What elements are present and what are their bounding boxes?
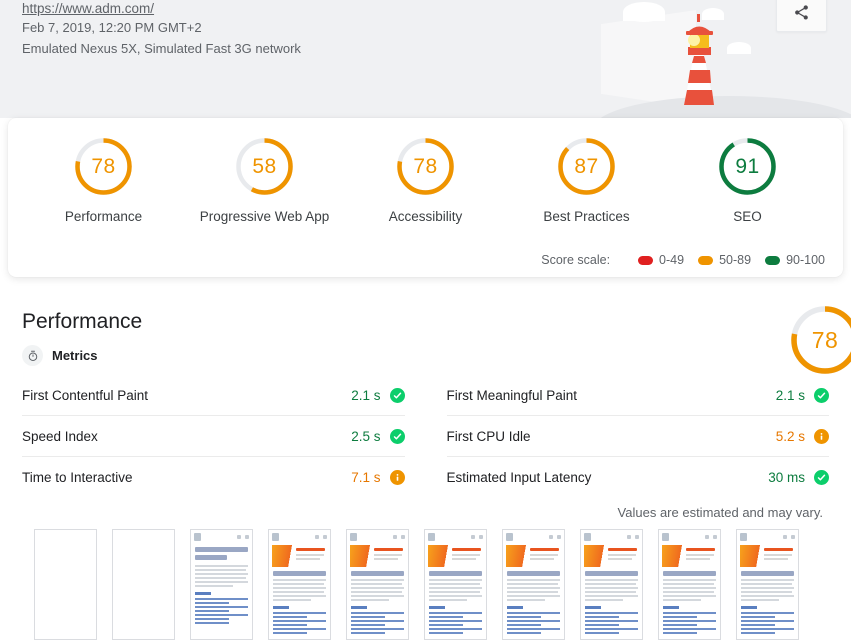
metric-value: 7.1 s (351, 470, 381, 485)
scores-card: 78 Performance 58 Progressive Web App 78… (8, 118, 843, 277)
metric-row[interactable]: First Contentful Paint 2.1 s (22, 375, 405, 416)
metric-name: First Contentful Paint (22, 387, 149, 403)
scale-swatch-average (698, 255, 714, 265)
scale-swatch-fail (638, 255, 654, 265)
gauge-score: 87 (574, 154, 599, 178)
filmstrip-frame[interactable] (502, 529, 565, 640)
scale-range-pass: 90-100 (786, 253, 825, 267)
gauge-score: 58 (252, 154, 277, 178)
filmstrip-frame[interactable] (346, 529, 409, 640)
filmstrip-frame[interactable] (736, 529, 799, 640)
scale-item-fail: 0-49 (638, 253, 684, 267)
gauge-ring: 87 (555, 135, 618, 198)
scale-swatch-pass (765, 255, 781, 265)
scale-item-average: 50-89 (698, 253, 751, 267)
score-gauges: 78 Performance 58 Progressive Web App 78… (8, 118, 843, 224)
status-pass-icon (814, 387, 829, 403)
metric-value: 2.1 s (775, 387, 805, 403)
status-pass-icon (389, 428, 405, 444)
gauge-ring: 58 (233, 135, 296, 198)
score-gauge-accessibility[interactable]: 78 Accessibility (348, 135, 503, 224)
metric-name: First CPU Idle (446, 428, 531, 444)
metric-name: Time to Interactive (22, 470, 133, 485)
status-average-icon (814, 428, 829, 444)
gauge-score: 78 (413, 154, 438, 178)
metric-value: 5.2 s (775, 428, 805, 444)
scale-range-fail: 0-49 (659, 253, 685, 267)
metric-value: 2.1 s (351, 387, 381, 403)
gauge-label: Best Practices (543, 209, 630, 224)
filmstrip-frame[interactable] (190, 529, 253, 640)
report-header: https://www.adm.com/ Feb 7, 2019, 12:20 … (0, 0, 851, 118)
score-scale-label: Score scale: (541, 253, 611, 267)
share-button[interactable] (776, 0, 827, 32)
filmstrip-frame[interactable] (580, 529, 643, 640)
filmstrip (0, 529, 851, 640)
gauge-score: 78 (91, 154, 116, 178)
metric-name: Speed Index (22, 428, 98, 444)
metrics-column-left: First Contentful Paint 2.1 s Speed Index… (22, 375, 405, 498)
scale-item-pass: 90-100 (765, 253, 825, 267)
page-title: Performance (22, 310, 143, 333)
metric-name: First Meaningful Paint (446, 387, 578, 403)
gauge-ring: 78 (394, 135, 457, 198)
gauge-label: Accessibility (388, 209, 463, 224)
lighthouse-report: https://www.adm.com/ Feb 7, 2019, 12:20 … (0, 0, 851, 643)
filmstrip-frame[interactable] (268, 529, 331, 640)
metrics-title: Metrics (52, 348, 98, 363)
metrics-header: Metrics (22, 345, 98, 366)
metric-row[interactable]: Time to Interactive 7.1 s (22, 457, 405, 498)
filmstrip-frame[interactable] (34, 529, 97, 640)
metric-row[interactable]: First Meaningful Paint 2.1 s (446, 375, 829, 416)
score-gauge-best-practices[interactable]: 87 Best Practices (509, 135, 664, 224)
performance-score-value: 78 (811, 326, 839, 353)
filmstrip-frame[interactable] (112, 529, 175, 640)
metric-name: Estimated Input Latency (446, 470, 592, 485)
gauge-label: Progressive Web App (199, 209, 330, 224)
report-environment: Emulated Nexus 5X, Simulated Fast 3G net… (22, 41, 301, 56)
report-timestamp: Feb 7, 2019, 12:20 PM GMT+2 (22, 20, 202, 35)
gauge-label: Performance (64, 209, 143, 224)
stopwatch-icon (22, 345, 43, 366)
score-scale-legend: Score scale: 0-49 50-89 90-100 (541, 253, 825, 267)
metrics-grid: First Contentful Paint 2.1 s Speed Index… (0, 375, 851, 498)
metric-row[interactable]: First CPU Idle 5.2 s (446, 416, 829, 457)
metric-value: 30 ms (768, 470, 805, 485)
gauge-score: 91 (735, 154, 760, 178)
status-pass-icon (389, 387, 405, 403)
report-meta: https://www.adm.com/ Feb 7, 2019, 12:20 … (22, 0, 301, 59)
metric-row[interactable]: Speed Index 2.5 s (22, 416, 405, 457)
gauge-ring: 78 (72, 135, 135, 198)
metric-row[interactable]: Estimated Input Latency 30 ms (446, 457, 829, 498)
status-pass-icon (814, 470, 829, 485)
audited-url-link[interactable]: https://www.adm.com/ (22, 0, 301, 17)
filmstrip-frame[interactable] (424, 529, 487, 640)
metrics-disclaimer: Values are estimated and may vary. (617, 505, 823, 520)
gauge-label: SEO (733, 209, 762, 224)
score-gauge-performance[interactable]: 78 Performance (26, 135, 181, 224)
metrics-column-right: First Meaningful Paint 2.1 s First CPU I… (446, 375, 829, 498)
filmstrip-frame[interactable] (658, 529, 721, 640)
score-gauge-pwa[interactable]: 58 Progressive Web App (187, 135, 342, 224)
status-average-icon (389, 470, 405, 485)
gauge-ring: 91 (716, 135, 779, 198)
scale-range-average: 50-89 (719, 253, 752, 267)
metric-value: 2.5 s (351, 428, 381, 444)
performance-score-gauge: 78 (787, 302, 851, 378)
share-icon (795, 4, 808, 20)
score-gauge-seo[interactable]: 91 SEO (670, 135, 825, 224)
